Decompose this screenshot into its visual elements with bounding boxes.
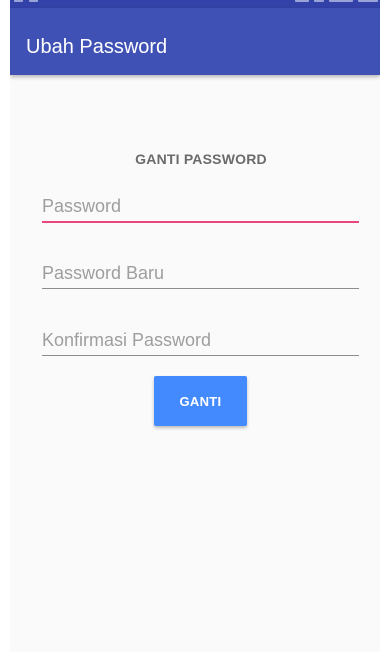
confirm-password-field[interactable]: [42, 325, 359, 356]
app-title: Ubah Password: [26, 36, 168, 58]
notification-icon: [29, 0, 38, 2]
notification-icons: [14, 0, 38, 2]
ganti-button[interactable]: GANTI: [154, 376, 247, 426]
password-field[interactable]: [42, 191, 359, 223]
app-screen: Ubah Password GANTI PASSWORD GANTI: [10, 0, 380, 652]
status-bar: [10, 0, 380, 8]
battery-icon: [329, 0, 353, 2]
notification-icon: [14, 0, 23, 2]
clock-icon: [358, 0, 378, 2]
form-heading: GANTI PASSWORD: [135, 151, 267, 167]
app-bar: Ubah Password: [10, 8, 380, 75]
signal-icon: [295, 0, 309, 2]
new-password-field[interactable]: [42, 258, 359, 289]
wifi-icon: [314, 0, 324, 2]
system-status-icons: [295, 0, 378, 2]
